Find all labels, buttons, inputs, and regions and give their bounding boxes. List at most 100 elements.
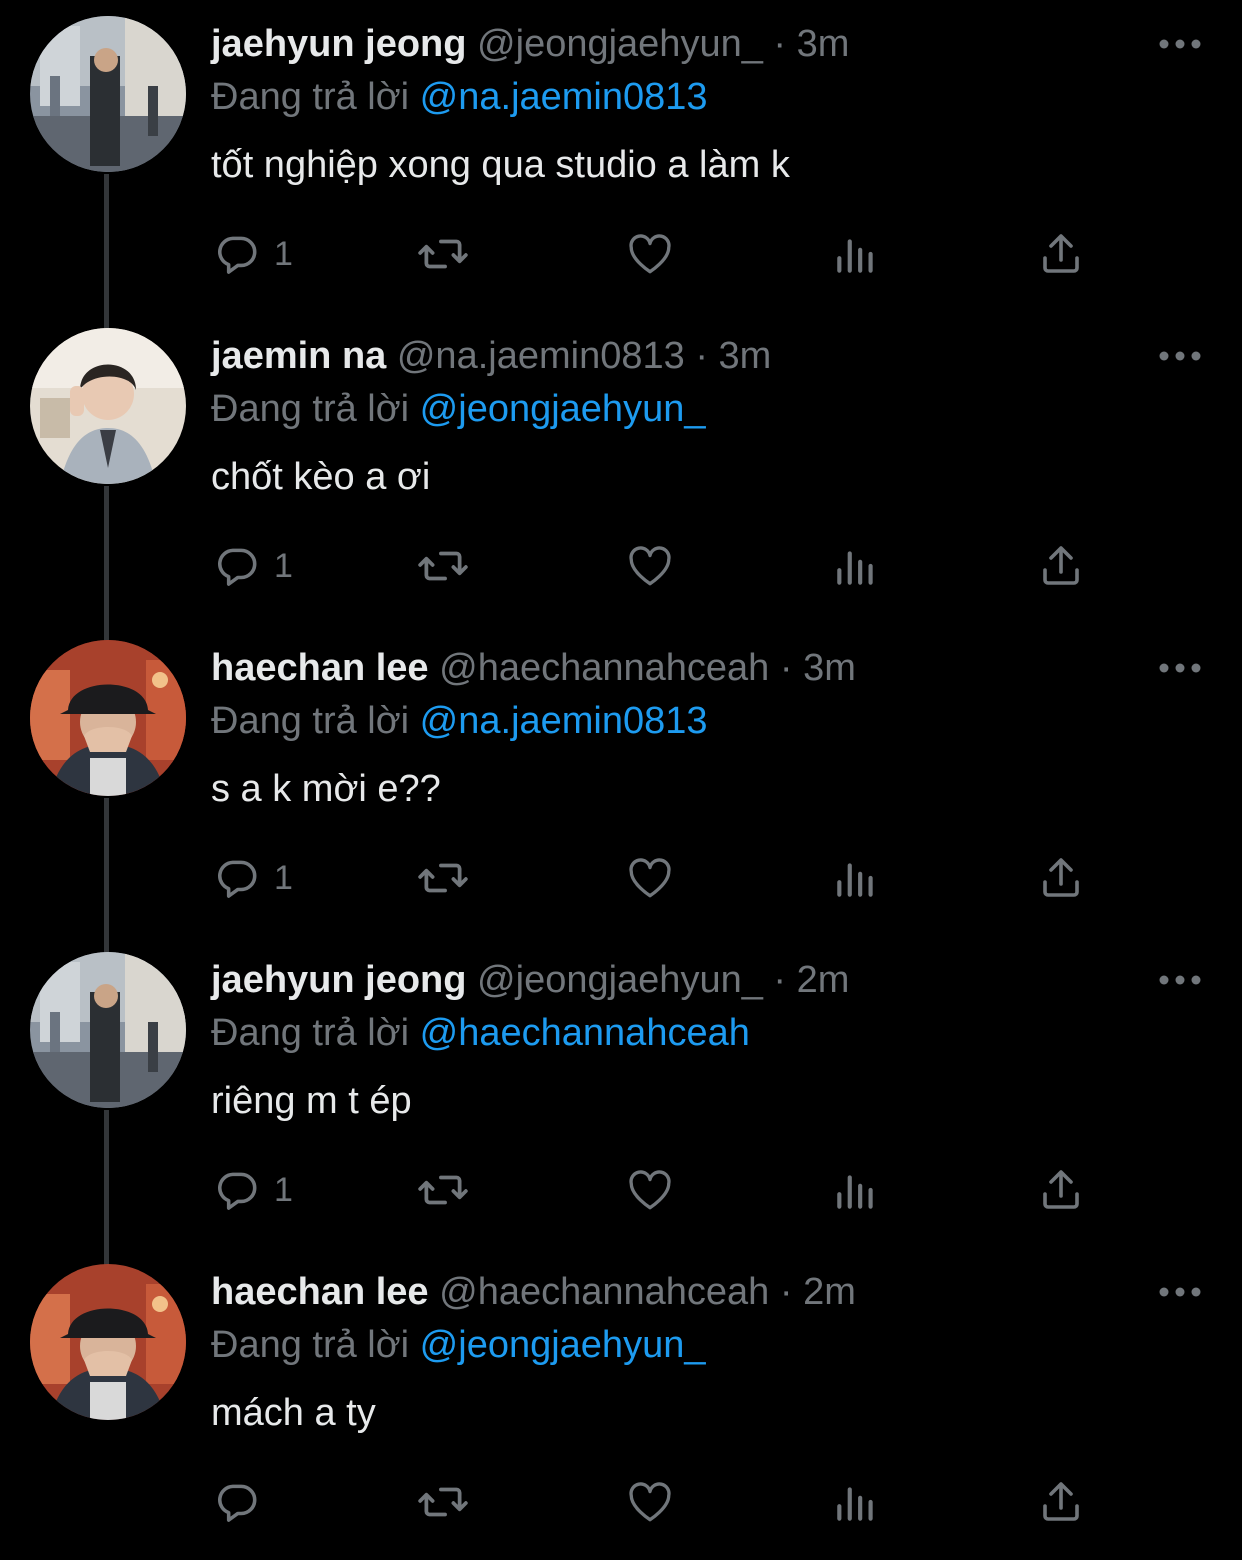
more-icon [1159,975,1201,985]
tweet[interactable]: jaemin na @na.jaemin0813 · 3m Đang trả l… [0,312,1242,624]
retweet-icon [418,1487,468,1517]
username[interactable]: @haechannahceah [439,647,769,689]
heart-icon [629,234,671,274]
more-options-button[interactable] [1158,970,1202,990]
tweet[interactable]: jaehyun jeong @jeongjaehyun_ · 3m Đang t… [0,0,1242,312]
share-button[interactable] [1037,1164,1085,1216]
tweet[interactable]: jaehyun jeong @jeongjaehyun_ · 2m Đang t… [0,936,1242,1248]
replying-to: Đang trả lời @jeongjaehyun_ [211,385,705,433]
reply-count: 1 [274,546,293,585]
display-name[interactable]: jaehyun jeong [211,959,466,1001]
tweet-actions: 1 [0,1164,1242,1220]
reply-button[interactable]: 1 [212,540,293,592]
replying-to: Đang trả lời @na.jaemin0813 [211,73,708,121]
views-button[interactable] [833,1476,879,1528]
reply-count: 1 [274,858,293,897]
share-icon [1043,234,1079,273]
views-button[interactable] [833,852,879,904]
tweet-text: s a k mời e?? [211,768,441,810]
username[interactable]: @na.jaemin0813 [397,335,685,377]
retweet-icon [418,863,468,893]
replying-label: Đang trả lời [211,76,410,118]
views-button[interactable] [833,228,879,280]
tweet[interactable]: haechan lee @haechannahceah · 2m Đang tr… [0,1248,1242,1560]
username[interactable]: @jeongjaehyun_ [477,959,763,1001]
display-name[interactable]: haechan lee [211,1271,429,1313]
reply-button[interactable]: 1 [212,852,293,904]
timestamp[interactable]: 3m [719,335,772,377]
timestamp[interactable]: 3m [797,23,850,65]
tweet-text: mách a ty [211,1392,376,1434]
share-button[interactable] [1037,1476,1085,1528]
tweet-header: haechan lee @haechannahceah · 3m [211,644,856,692]
analytics-icon [837,863,873,897]
reply-button[interactable]: 1 [212,1164,293,1216]
username[interactable]: @haechannahceah [439,1271,769,1313]
retweet-icon [418,551,468,581]
replying-label: Đang trả lời [211,1324,410,1366]
replying-to: Đang trả lời @jeongjaehyun_ [211,1321,705,1369]
reply-count: 1 [274,234,293,273]
like-button[interactable] [625,1164,675,1216]
retweet-button[interactable] [416,1164,470,1216]
more-icon [1159,39,1201,49]
reply-icon [218,548,257,586]
share-button[interactable] [1037,852,1085,904]
tweet[interactable]: haechan lee @haechannahceah · 3m Đang tr… [0,624,1242,936]
reply-button[interactable]: 1 [212,228,293,280]
replying-label: Đang trả lời [211,700,410,742]
mention-link[interactable]: @jeongjaehyun_ [420,388,706,430]
separator-dot: · [695,335,708,377]
display-name[interactable]: jaemin na [211,335,386,377]
reply-button[interactable] [212,1476,274,1528]
username[interactable]: @jeongjaehyun_ [477,23,763,65]
retweet-button[interactable] [416,1476,470,1528]
like-button[interactable] [625,540,675,592]
mention-link[interactable]: @jeongjaehyun_ [420,1324,706,1366]
avatar[interactable] [30,16,186,172]
more-options-button[interactable] [1158,1282,1202,1302]
separator-dot: · [779,1271,793,1313]
reply-thread: jaehyun jeong @jeongjaehyun_ · 3m Đang t… [0,0,1242,1558]
share-icon [1043,546,1079,585]
retweet-button[interactable] [416,540,470,592]
retweet-button[interactable] [416,852,470,904]
avatar[interactable] [30,952,186,1108]
heart-icon [629,1482,671,1522]
display-name[interactable]: jaehyun jeong [211,23,466,65]
like-button[interactable] [625,852,675,904]
timestamp[interactable]: 3m [803,647,856,689]
more-icon [1159,663,1201,673]
display-name[interactable]: haechan lee [211,647,429,689]
mention-link[interactable]: @na.jaemin0813 [420,700,708,742]
more-options-button[interactable] [1158,658,1202,678]
more-options-button[interactable] [1158,34,1202,54]
avatar[interactable] [30,328,186,484]
replying-to: Đang trả lời @na.jaemin0813 [211,697,708,745]
retweet-button[interactable] [416,228,470,280]
share-button[interactable] [1037,228,1085,280]
more-icon [1159,351,1201,361]
reply-icon [218,236,257,274]
like-button[interactable] [625,1476,675,1528]
like-button[interactable] [625,228,675,280]
timestamp[interactable]: 2m [797,959,850,1001]
share-icon [1043,1482,1079,1521]
heart-icon [629,1170,671,1210]
reply-icon [218,860,257,898]
tweet-actions [0,1476,1242,1532]
share-button[interactable] [1037,540,1085,592]
avatar[interactable] [30,640,186,796]
views-button[interactable] [833,540,879,592]
tweet-header: jaemin na @na.jaemin0813 · 3m [211,332,771,380]
tweet-actions: 1 [0,228,1242,284]
timestamp[interactable]: 2m [803,1271,856,1313]
mention-link[interactable]: @haechannahceah [420,1012,750,1054]
avatar[interactable] [30,1264,186,1420]
separator-dot: · [779,647,793,689]
replying-label: Đang trả lời [211,1012,410,1054]
views-button[interactable] [833,1164,879,1216]
tweet-header: haechan lee @haechannahceah · 2m [211,1268,856,1316]
mention-link[interactable]: @na.jaemin0813 [420,76,708,118]
more-options-button[interactable] [1158,346,1202,366]
